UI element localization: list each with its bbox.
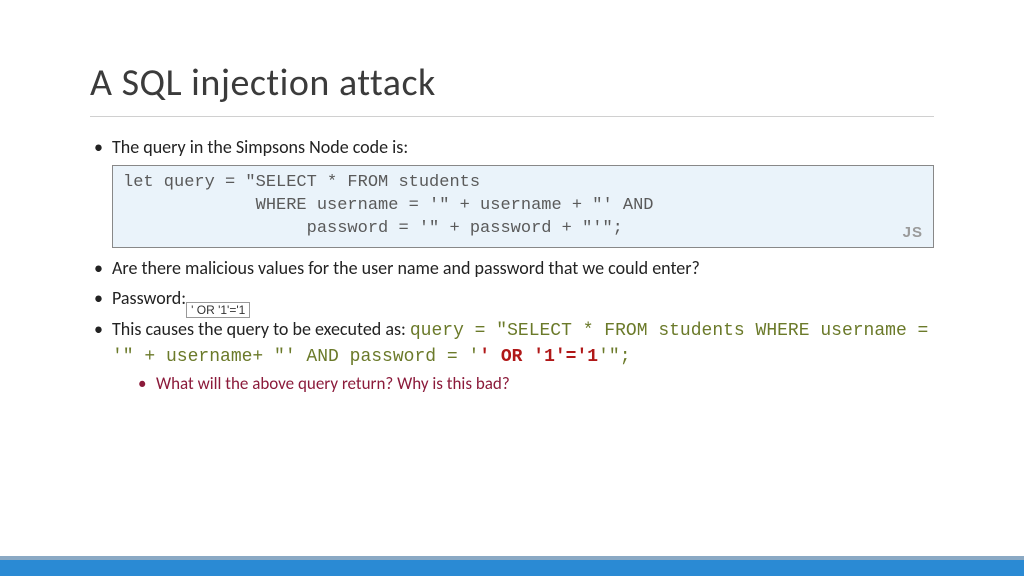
bullet-password: Password: ' OR '1'='1	[90, 286, 934, 310]
bullet-malicious-question: Are there malicious values for the user …	[90, 256, 934, 280]
title-rule	[90, 116, 934, 117]
code-language-badge: JS	[903, 223, 923, 243]
result-lead: This causes the query to be executed as:	[112, 318, 410, 340]
password-label: Password:	[112, 287, 186, 309]
slide-title: A SQL injection attack	[90, 60, 934, 106]
code-content: let query = "SELECT * FROM students WHER…	[123, 173, 654, 238]
bullet-text: Are there malicious values for the user …	[112, 257, 700, 279]
footer-bar	[0, 560, 1024, 576]
bullet-query-intro: The query in the Simpsons Node code is:	[90, 135, 934, 159]
bullet-result: This causes the query to be executed as:…	[90, 317, 934, 397]
sub-bullet-why-bad: What will the above query return? Why is…	[136, 373, 934, 396]
bullet-list: The query in the Simpsons Node code is: …	[90, 135, 934, 396]
bullet-text: The query in the Simpsons Node code is:	[112, 136, 408, 158]
code-block: let query = "SELECT * FROM students WHER…	[112, 165, 934, 248]
sub-bullet-text: What will the above query return? Why is…	[156, 373, 510, 394]
slide: A SQL injection attack The query in the …	[0, 0, 1024, 576]
result-code-part2: '";	[598, 347, 630, 367]
result-code-injected: ' OR '1'='1	[479, 347, 598, 367]
sub-bullet-list: What will the above query return? Why is…	[136, 373, 934, 396]
